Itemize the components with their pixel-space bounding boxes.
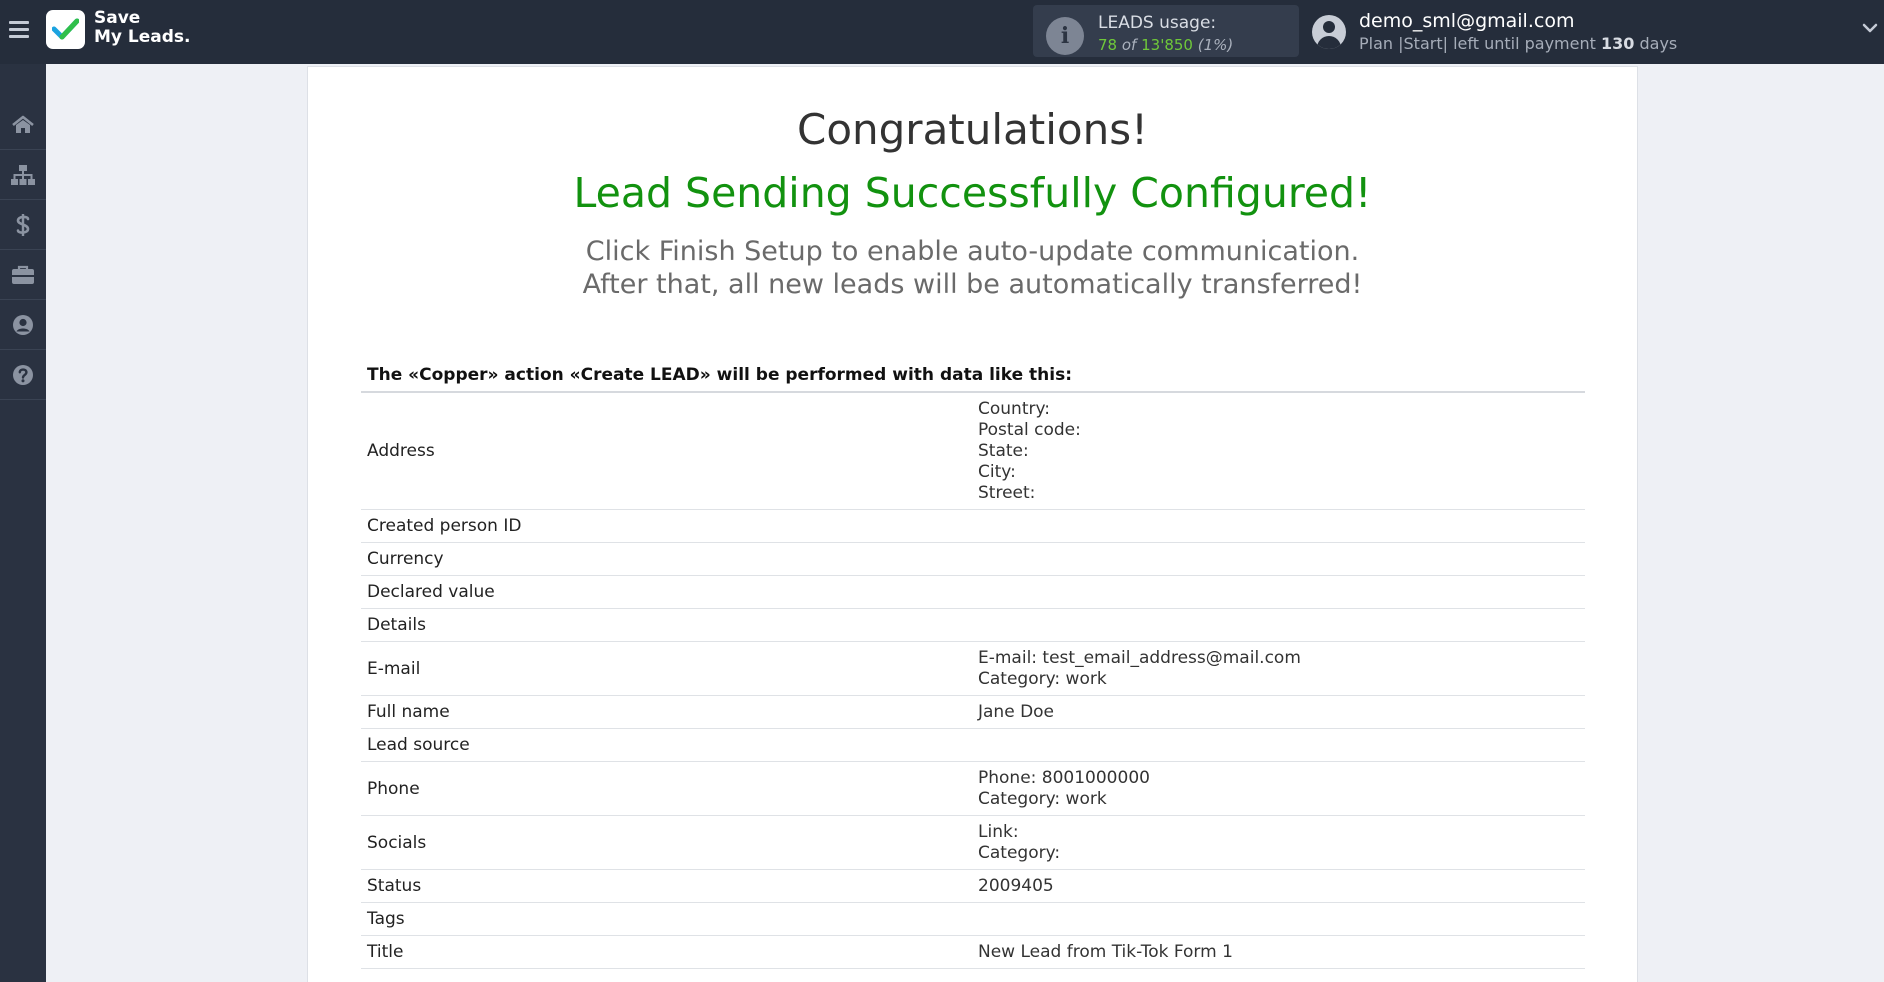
field-value: 2009405: [978, 872, 1054, 901]
field-value-line: Jane Doe: [978, 701, 1055, 722]
table-row: Currency: [361, 543, 1585, 576]
field-label: Full name: [367, 702, 450, 722]
table-row: Address Country: Postal code: State: City: St…: [361, 393, 1585, 510]
field-label: Address: [367, 441, 435, 461]
field-value-line: City:: [978, 461, 1016, 482]
field-label: E-mail: [367, 658, 421, 679]
sidebar-item-tools[interactable]: [0, 250, 46, 300]
plan-info: Plan |Start| left until payment 130 days: [1359, 34, 1678, 53]
sidebar: [0, 64, 46, 982]
help-icon: [13, 364, 33, 385]
field-value-line: Postal code:: [978, 419, 1081, 440]
field-label: Status: [367, 876, 422, 896]
table-row: E-mail E-mail: test_email_address@mail.co…: [361, 642, 1585, 696]
chevron-down-icon[interactable]: [1862, 22, 1878, 34]
field-value-line: Country:: [978, 398, 1051, 419]
field-value-line: Street:: [978, 482, 1036, 503]
success-message: Lead Sending Successfully Configured!: [573, 169, 1372, 217]
field-label: Created person ID: [367, 516, 522, 536]
field-value: E-mail: test_email_address@mail.com Categ…: [978, 644, 1301, 694]
top-bar: Save My Leads. i LEADS usage: 78 of 13'8…: [0, 0, 1884, 64]
sidebar-item-connections[interactable]: [0, 150, 46, 200]
field-value: New Lead from Tik-Tok Form 1: [978, 938, 1233, 967]
field-value-line: Link:: [978, 821, 1019, 842]
user-email[interactable]: demo_sml@gmail.com: [1359, 10, 1574, 32]
field-value-line: Category:: [978, 842, 1061, 863]
sidebar-item-help[interactable]: [0, 350, 46, 400]
field-label: Details: [367, 615, 426, 635]
usage-value: 78 of 13'850 (1%): [1098, 36, 1234, 54]
page-title: Congratulations!: [797, 105, 1148, 154]
table-row: Socials Link: Category:: [361, 816, 1585, 870]
field-label: Lead source: [367, 735, 470, 755]
field-value-line: E-mail: test_email_address@mail.com: [978, 647, 1301, 668]
field-value-line: New Lead from Tik-Tok Form 1: [978, 941, 1233, 962]
table-row: Status 2009405: [361, 870, 1585, 903]
leads-usage-panel[interactable]: i LEADS usage: 78 of 13'850 (1%): [1033, 5, 1299, 57]
field-label: Socials: [367, 832, 427, 853]
field-label: Phone: [367, 778, 420, 799]
sidebar-item-home[interactable]: [0, 100, 46, 150]
dollar-icon: [16, 213, 30, 236]
summary-card: Congratulations! Lead Sending Successful…: [307, 66, 1638, 982]
data-table: Address Country: Postal code: State: City: St…: [361, 391, 1585, 969]
field-value: Country: Postal code: State: City: Street:: [978, 395, 1081, 508]
field-label: Tags: [367, 909, 405, 929]
info-icon: i: [1046, 17, 1084, 55]
usage-title: LEADS usage:: [1098, 13, 1217, 33]
sitemap-icon: [11, 164, 35, 185]
table-row: Full name Jane Doe: [361, 696, 1585, 729]
table-row: Details: [361, 609, 1585, 642]
sidebar-item-profile[interactable]: [0, 300, 46, 350]
avatar-icon[interactable]: [1312, 15, 1346, 49]
field-value: Link: Category:: [978, 818, 1060, 868]
table-row: Phone Phone: 8001000000 Category: work: [361, 762, 1585, 816]
logo-text[interactable]: Save My Leads.: [94, 9, 191, 47]
field-value-line: Category: work: [978, 788, 1107, 809]
table-row: Declared value: [361, 576, 1585, 609]
table-row: Tags: [361, 903, 1585, 936]
field-value: Jane Doe: [978, 698, 1054, 727]
instructions-text: Click Finish Setup to enable auto-update…: [582, 236, 1363, 300]
user-circle-icon: [13, 314, 33, 335]
field-label: Declared value: [367, 582, 495, 602]
logo-icon[interactable]: [46, 10, 85, 49]
field-label: Title: [367, 942, 404, 962]
action-title: The «Copper» action «Create LEAD» will b…: [367, 365, 1073, 385]
field-value-line: Phone: 8001000000: [978, 767, 1150, 788]
field-value-line: 2009405: [978, 875, 1054, 896]
home-icon: [12, 115, 34, 133]
table-row: Title New Lead from Tik-Tok Form 1: [361, 936, 1585, 969]
field-value-line: Category: work: [978, 668, 1107, 689]
table-row: Lead source: [361, 729, 1585, 762]
table-row: Created person ID: [361, 510, 1585, 543]
field-value: Phone: 8001000000 Category: work: [978, 764, 1150, 814]
briefcase-icon: [12, 265, 34, 284]
field-label: Currency: [367, 549, 444, 569]
sidebar-item-billing[interactable]: [0, 200, 46, 250]
menu-icon[interactable]: [9, 21, 29, 38]
field-value-line: State:: [978, 440, 1029, 461]
